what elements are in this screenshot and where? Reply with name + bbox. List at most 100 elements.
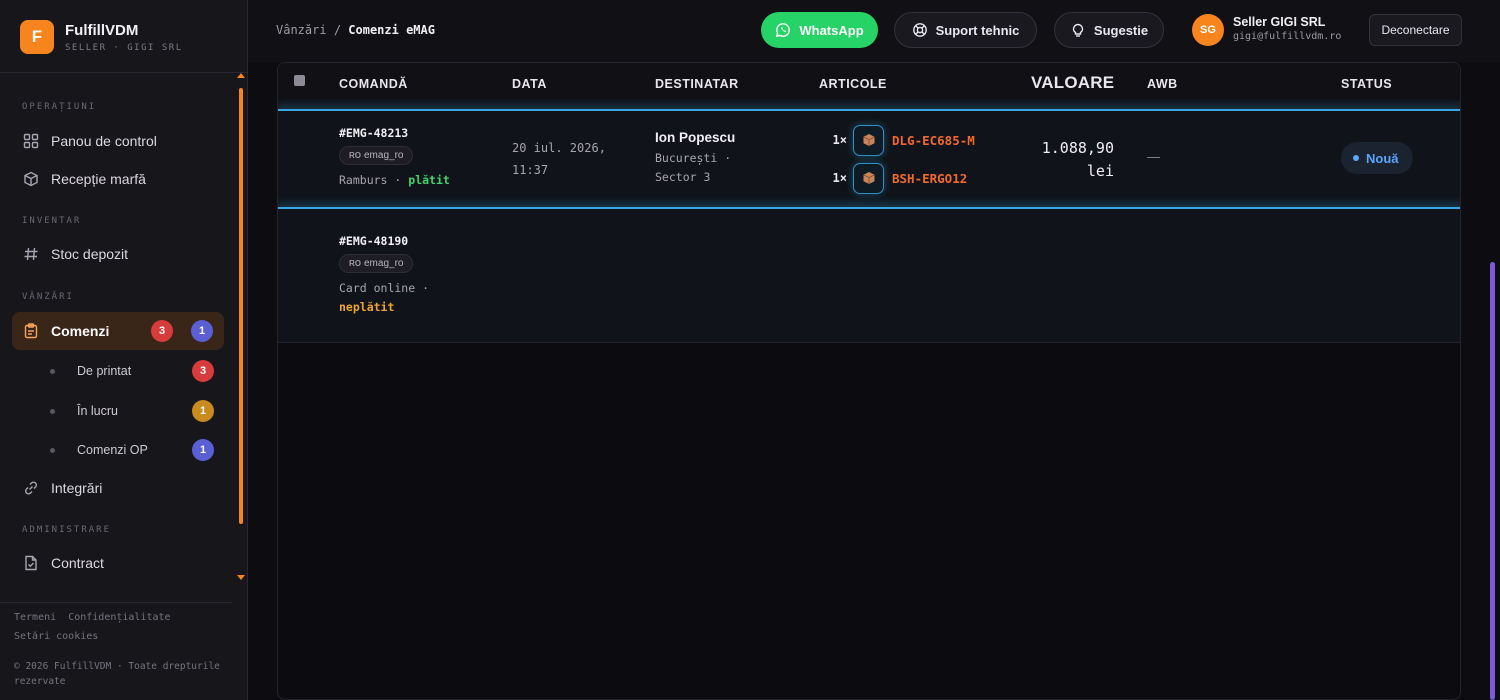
order-number[interactable]: #EMG-48190 xyxy=(339,234,429,248)
payment-info: Ramburs · plătit xyxy=(339,171,450,190)
brand-name: FulfillVDM xyxy=(65,21,139,39)
breadcrumb: Vânzări / Comenzi eMAG xyxy=(276,23,435,37)
recipient-name: Ion Popescu xyxy=(655,130,736,145)
file-check-icon xyxy=(23,555,39,571)
user-email: gigi@fulfillvdm.ro xyxy=(1233,31,1342,42)
awb-empty: — xyxy=(1147,149,1160,164)
breadcrumb-separator: / xyxy=(333,23,342,37)
sidebar-item-label: Recepție marfă xyxy=(51,171,146,187)
grid-icon xyxy=(23,133,39,149)
recipient-city-line1: București · xyxy=(655,151,732,165)
section-label-vanzari: VÂNZĂRI xyxy=(22,292,74,302)
status-badge: Nouă xyxy=(1341,142,1413,174)
brand-subtitle: SELLER · GIGI SRL xyxy=(65,42,183,53)
orders-table: COMANDĂ DATA DESTINATAR ARTICOLE VALOARE… xyxy=(277,62,1461,700)
section-label-administrare: ADMINISTRARE xyxy=(22,525,112,535)
whatsapp-label: WhatsApp xyxy=(799,22,864,38)
suggestion-label: Sugestie xyxy=(1093,22,1149,38)
terms-link[interactable]: Termeni xyxy=(14,612,56,623)
order-number[interactable]: #EMG-48213 xyxy=(339,126,450,140)
scroll-up-arrow[interactable] xyxy=(237,73,245,78)
sidebar-divider xyxy=(0,72,247,73)
clipboard-icon xyxy=(23,323,39,339)
sidebar-item-integrari[interactable]: Integrări xyxy=(12,469,224,507)
payment-status: plătit xyxy=(408,173,450,187)
package-icon xyxy=(853,162,884,194)
support-label: Suport tehnic xyxy=(935,22,1020,38)
order-date-day: 20 iul. 2026, xyxy=(512,141,606,155)
logout-button[interactable]: Deconectare xyxy=(1369,14,1462,46)
avatar[interactable]: SG xyxy=(1192,14,1224,46)
sidebar-item-dashboard[interactable]: Panou de control xyxy=(12,122,224,160)
order-value-currency: lei xyxy=(1086,162,1114,180)
payment-info: Card online · neplătit xyxy=(339,279,429,317)
bullet-dot xyxy=(50,368,55,374)
table-row[interactable]: #EMG-48190 RO emag_ro Card online · neplăt… xyxy=(278,209,1460,343)
main-scrollbar[interactable] xyxy=(1490,262,1495,700)
channel-chip: RO emag_ro xyxy=(339,254,414,273)
sidebar-item-label: Stoc depozit xyxy=(51,246,129,262)
cookies-link[interactable]: Setări cookies xyxy=(14,631,98,642)
payment-separator: · xyxy=(415,281,430,295)
scroll-down-arrow[interactable] xyxy=(237,575,245,580)
sidebar-subitem-label: De printat xyxy=(77,364,132,378)
status-dot xyxy=(1353,155,1359,161)
sidebar-item-label: Panou de control xyxy=(51,133,157,149)
comenzi-red-badge: 3 xyxy=(151,320,173,342)
sidebar-subitem-label: Comenzi OP xyxy=(77,443,148,457)
col-status[interactable]: STATUS xyxy=(1341,77,1392,91)
package-icon xyxy=(853,124,884,156)
section-label-operatiuni: OPERAȚIUNI xyxy=(22,102,97,112)
lightbulb-icon xyxy=(1070,22,1086,38)
brand-logo: F xyxy=(20,20,54,54)
payment-status: neplătit xyxy=(339,300,395,314)
payment-separator: · xyxy=(387,173,409,187)
select-all-checkbox[interactable] xyxy=(294,75,305,86)
sidebar: F FulfillVDM SELLER · GIGI SRL OPERAȚIUN… xyxy=(0,0,248,700)
col-destinatar[interactable]: DESTINATAR xyxy=(655,77,739,91)
payment-method: Ramburs xyxy=(339,173,388,187)
privacy-link[interactable]: Confidențialitate xyxy=(68,612,170,623)
support-button[interactable]: Suport tehnic xyxy=(894,12,1037,48)
breadcrumb-parent[interactable]: Vânzări xyxy=(276,23,327,37)
lifebuoy-icon xyxy=(912,22,928,38)
col-comanda[interactable]: COMANDĂ xyxy=(339,77,408,91)
order-value-amount: 1.088,90 xyxy=(1041,139,1114,157)
channel-name: emag_ro xyxy=(364,150,404,161)
section-label-inventar: INVENTAR xyxy=(22,216,82,226)
sidebar-item-label: Comenzi xyxy=(51,323,110,339)
col-valoare[interactable]: VALOARE xyxy=(1031,73,1114,93)
sidebar-scrollbar[interactable] xyxy=(239,88,243,524)
sidebar-item-receptie[interactable]: Recepție marfă xyxy=(12,160,224,198)
table-row[interactable]: #EMG-48213 RO emag_ro Ramburs · plătit 20… xyxy=(278,111,1460,208)
col-awb[interactable]: AWB xyxy=(1147,77,1178,91)
order-date-time: 11:37 xyxy=(512,163,549,177)
article-line[interactable]: 1× DLG-EC685-M xyxy=(823,123,975,157)
sidebar-item-contract[interactable]: Contract xyxy=(12,544,224,582)
user-name: Seller GIGI SRL xyxy=(1233,15,1326,29)
link-icon xyxy=(23,480,39,496)
col-data[interactable]: DATA xyxy=(512,77,547,91)
whatsapp-button[interactable]: WhatsApp xyxy=(761,12,878,48)
recipient-city: București · Sector 3 xyxy=(655,149,735,187)
col-articole[interactable]: ARTICOLE xyxy=(819,77,887,91)
sidebar-item-stoc[interactable]: Stoc depozit xyxy=(12,235,224,273)
channel-name: emag_ro xyxy=(364,258,404,269)
de-printat-badge: 3 xyxy=(192,360,214,382)
recipient: Ion Popescu București · Sector 3 xyxy=(655,130,735,187)
channel-flag: RO xyxy=(349,259,361,268)
suggestion-button[interactable]: Sugestie xyxy=(1054,12,1164,48)
channel-chip: RO emag_ro xyxy=(339,146,414,165)
brand[interactable]: F FulfillVDM SELLER · GIGI SRL xyxy=(20,20,183,54)
article-sku[interactable]: DLG-EC685-M xyxy=(892,133,975,148)
breadcrumb-current: Comenzi eMAG xyxy=(348,23,435,37)
comenzi-blue-badge: 1 xyxy=(191,320,213,342)
recipient-city-line2: Sector 3 xyxy=(655,170,711,184)
hash-icon xyxy=(23,246,39,262)
in-lucru-badge: 1 xyxy=(192,400,214,422)
article-line[interactable]: 1× BSH-ERGO12 xyxy=(823,161,967,195)
order-value: 1.088,90 lei xyxy=(1004,137,1114,183)
article-qty: 1× xyxy=(832,133,847,147)
article-sku[interactable]: BSH-ERGO12 xyxy=(892,171,967,186)
bullet-dot xyxy=(50,447,55,453)
